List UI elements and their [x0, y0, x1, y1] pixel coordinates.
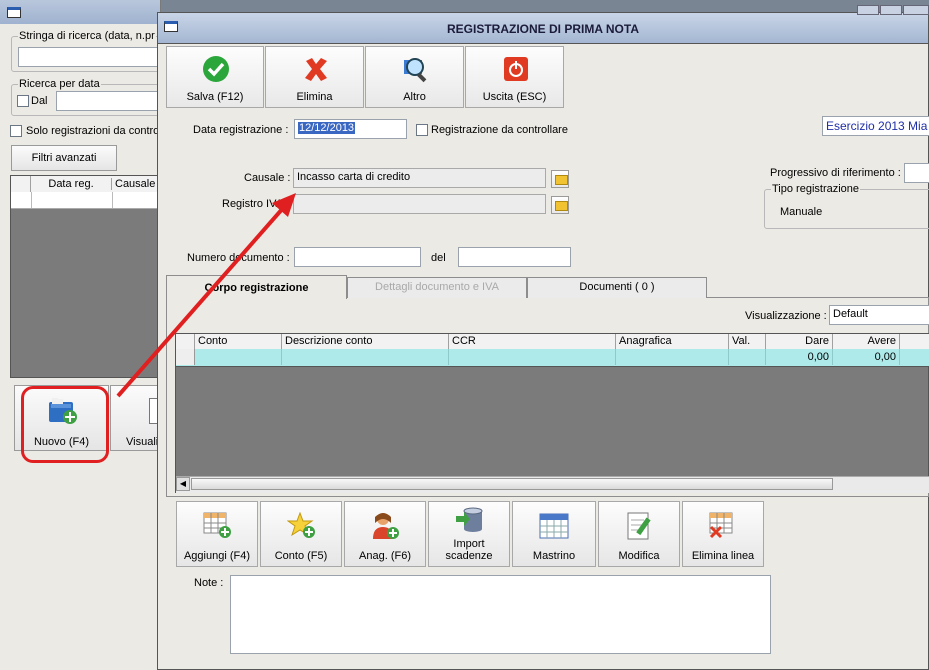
annotation-arrow — [116, 193, 296, 398]
